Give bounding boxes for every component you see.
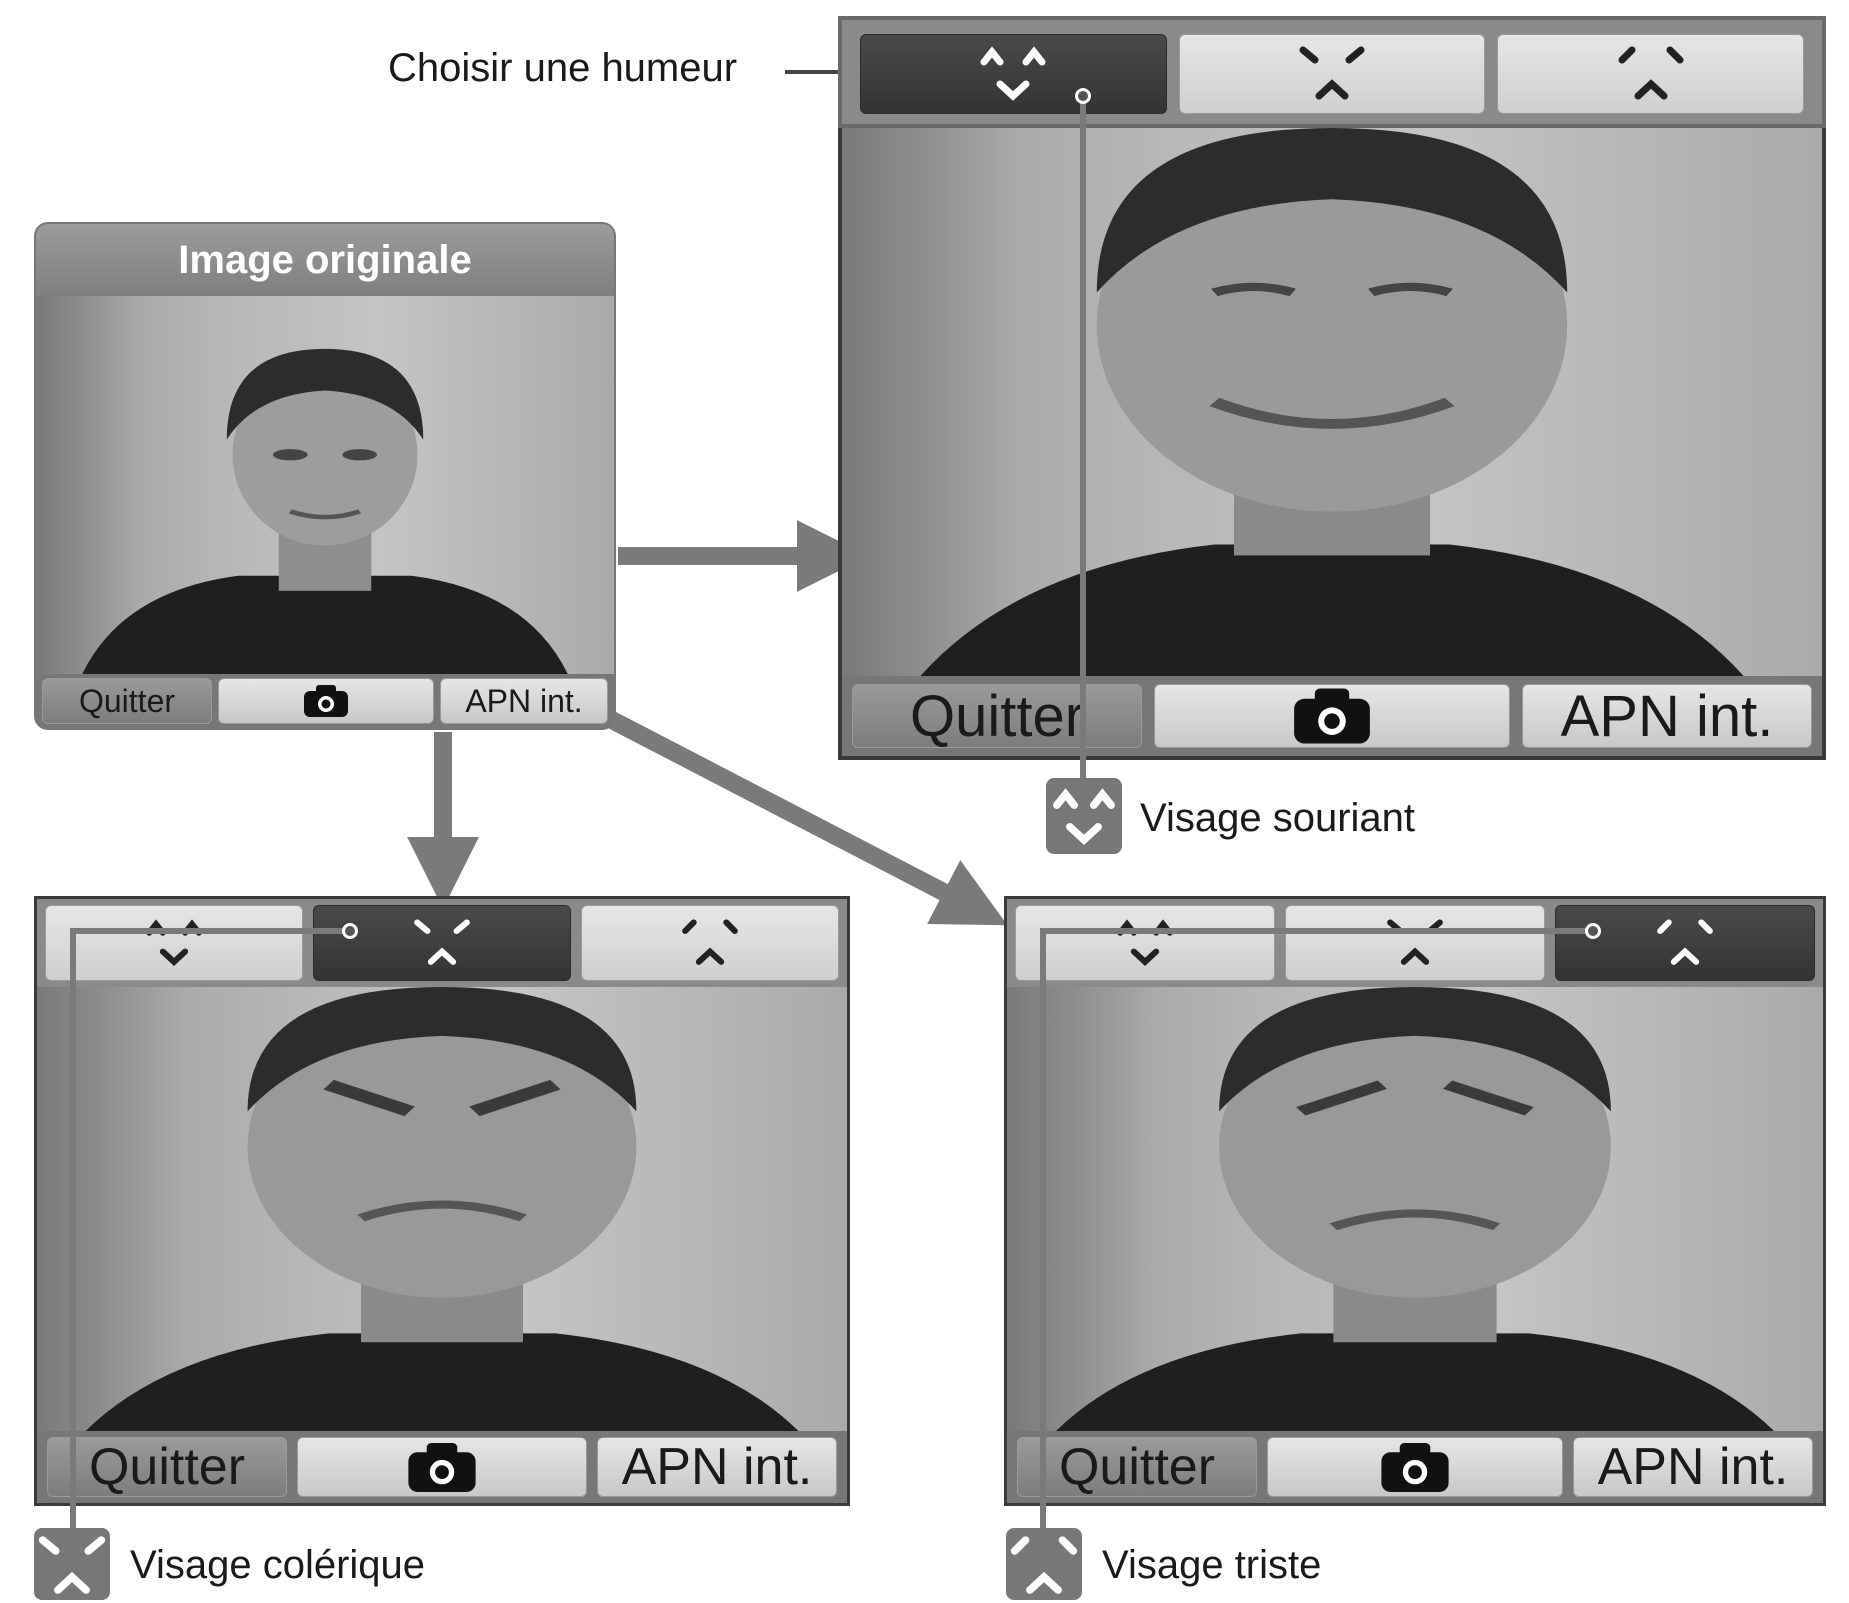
choose-mood-label: Choisir une humeur	[388, 46, 738, 90]
sad-photo	[1007, 987, 1823, 1431]
sad-connector-v	[1040, 928, 1046, 1538]
mood-tab-smile[interactable]	[45, 905, 303, 981]
mood-tab-angry[interactable]	[313, 905, 571, 981]
sad-legend-icon	[1006, 1528, 1082, 1600]
smile-connector	[1080, 96, 1086, 786]
apn-button[interactable]: APN int.	[1573, 1437, 1813, 1497]
camera-button[interactable]	[1267, 1437, 1563, 1497]
sad-label: Visage triste	[1102, 1543, 1322, 1587]
camera-button[interactable]	[297, 1437, 587, 1497]
camera-icon	[1381, 1442, 1449, 1492]
angry-legend-icon	[34, 1528, 110, 1600]
apn-button[interactable]: APN int.	[1522, 684, 1812, 749]
screen-sad: Quitter APN int.	[1004, 896, 1826, 1506]
smile-mood-icon	[1117, 919, 1173, 966]
smile-legend-icon	[1046, 778, 1122, 854]
mood-tab-smile[interactable]	[1015, 905, 1275, 981]
smile-mood-icon	[980, 46, 1046, 101]
angry-mood-icon	[1387, 919, 1443, 965]
camera-icon	[408, 1442, 476, 1492]
screen-angry: Quitter APN int.	[34, 896, 850, 1506]
camera-icon	[1294, 688, 1370, 744]
smile-label: Visage souriant	[1140, 796, 1415, 840]
quit-button[interactable]: Quitter	[47, 1437, 287, 1497]
mood-bar	[842, 20, 1822, 128]
angry-connector-knob	[342, 923, 358, 939]
smile-bottom-bar: Quitter APN int.	[842, 676, 1822, 756]
sad-connector-knob	[1585, 923, 1601, 939]
angry-bottom-bar: Quitter APN int.	[37, 1431, 847, 1503]
original-image-title: Image originale	[36, 224, 614, 296]
quit-button[interactable]: Quitter	[1017, 1437, 1257, 1497]
apn-button[interactable]: APN int.	[440, 678, 608, 724]
angry-mood-icon	[1299, 46, 1365, 100]
sad-bottom-bar: Quitter APN int.	[1007, 1431, 1823, 1503]
quit-button[interactable]: Quitter	[42, 678, 212, 724]
screen-smile: Quitter APN int.	[838, 16, 1826, 760]
mood-tab-angry[interactable]	[1285, 905, 1545, 981]
smile-connector-knob	[1075, 88, 1091, 104]
mood-tab-sad[interactable]	[1497, 34, 1805, 114]
camera-button[interactable]	[1154, 684, 1510, 748]
mood-tab-smile[interactable]	[860, 34, 1167, 114]
camera-button[interactable]	[218, 678, 434, 724]
angry-label: Visage colérique	[130, 1543, 426, 1587]
original-bottom-bar: Quitter APN int.	[36, 674, 614, 728]
sad-mood-icon	[1618, 46, 1684, 100]
mood-tab-sad[interactable]	[1555, 905, 1815, 981]
quit-button[interactable]: Quitter	[852, 684, 1142, 749]
angry-mood-icon	[414, 919, 470, 965]
sad-mood-icon	[682, 919, 738, 965]
mood-bar	[1007, 899, 1823, 987]
mood-tab-angry[interactable]	[1178, 34, 1486, 114]
angry-connector-v	[70, 928, 76, 1538]
mood-bar	[37, 899, 847, 987]
angry-photo	[37, 987, 847, 1431]
smile-photo	[842, 128, 1822, 676]
angry-connector-h	[70, 928, 350, 934]
original-image-panel: Image originale Quitter APN int.	[34, 222, 616, 730]
smile-mood-icon	[146, 919, 202, 966]
mood-tab-sad[interactable]	[581, 905, 839, 981]
sad-mood-icon	[1657, 919, 1713, 965]
sad-connector-h	[1040, 928, 1590, 934]
apn-button[interactable]: APN int.	[597, 1437, 837, 1497]
original-photo	[36, 296, 614, 674]
camera-icon	[304, 685, 348, 717]
